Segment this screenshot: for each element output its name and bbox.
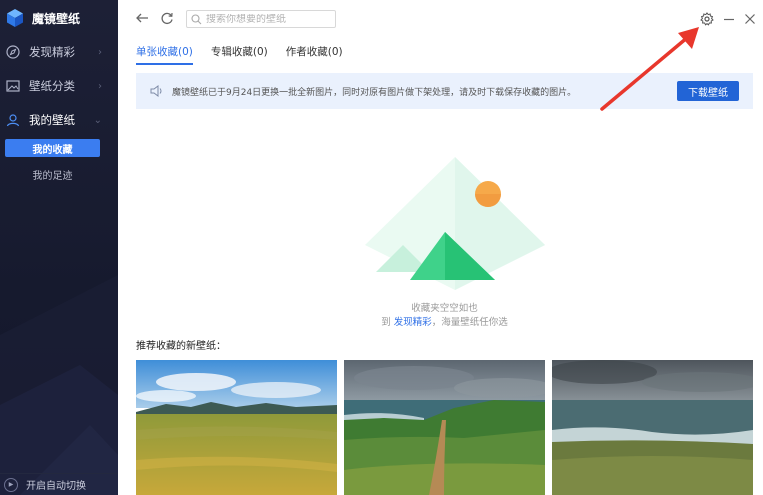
discover-link[interactable]: 发现精彩 bbox=[394, 317, 432, 328]
sidebar-item-categories[interactable]: 壁纸分类 › bbox=[0, 73, 118, 99]
speaker-icon bbox=[150, 85, 162, 97]
empty-state-message: 收藏夹空空如也 bbox=[411, 303, 478, 314]
settings-button[interactable] bbox=[699, 11, 715, 27]
refresh-icon bbox=[161, 12, 173, 25]
app-title: 魔镜壁纸 bbox=[32, 11, 81, 26]
play-icon: ▶ bbox=[4, 477, 18, 492]
hint-suffix: ，海量壁纸任你选 bbox=[431, 317, 508, 328]
sidebar-item-label: 壁纸分类 bbox=[29, 79, 75, 93]
recommend-title: 推荐收藏的新壁纸： bbox=[136, 341, 226, 352]
close-button[interactable] bbox=[742, 11, 758, 27]
download-wallpaper-button[interactable]: 下载壁纸 bbox=[677, 81, 739, 101]
chevron-down-icon: ⌄ bbox=[93, 114, 102, 126]
empty-state-hint: 到 发现精彩，海量壁纸任你选 bbox=[136, 314, 753, 328]
search-box[interactable] bbox=[186, 10, 336, 28]
sidebar-item-label: 我的壁纸 bbox=[29, 113, 75, 127]
app-logo: 魔镜壁纸 bbox=[6, 8, 80, 28]
cube-logo-icon bbox=[7, 9, 23, 27]
hint-prefix: 到 bbox=[381, 317, 391, 328]
collection-tabs: 单张收藏(0) 专辑收藏(0) 作者收藏(0) bbox=[136, 44, 343, 65]
gear-icon bbox=[700, 12, 714, 26]
sidebar-item-my-wallpapers[interactable]: 我的壁纸 ⌄ bbox=[0, 107, 118, 133]
sidebar-subitem-history[interactable]: 我的足迹 bbox=[5, 165, 100, 183]
sidebar-item-label: 发现精彩 bbox=[29, 45, 75, 59]
user-icon bbox=[6, 113, 20, 127]
image-icon bbox=[6, 79, 20, 93]
minimize-button[interactable] bbox=[721, 11, 737, 27]
wallpaper-thumbnail[interactable] bbox=[136, 360, 337, 495]
notice-banner: 魔镜壁纸已于9月24日更换一批全新图片，同时对原有图片做下架处理，请及时下载保存… bbox=[136, 73, 753, 109]
tab-single-favorites[interactable]: 单张收藏(0) bbox=[136, 44, 193, 65]
chevron-right-icon: › bbox=[98, 46, 102, 58]
chevron-right-icon: › bbox=[98, 80, 102, 92]
sidebar-subitem-favorites[interactable]: 我的收藏 bbox=[5, 139, 100, 157]
wallpaper-thumbnail[interactable] bbox=[344, 360, 545, 495]
sidebar: 魔镜壁纸 发现精彩 › 壁纸分类 › 我的壁纸 ⌄ 我的收藏 我的足迹 ▶ 开启… bbox=[0, 0, 118, 495]
empty-state-illustration bbox=[365, 157, 545, 290]
search-icon bbox=[191, 13, 202, 24]
wallpaper-thumbnail[interactable] bbox=[552, 360, 753, 495]
topbar bbox=[118, 0, 763, 38]
search-input[interactable] bbox=[206, 13, 331, 25]
auto-switch-label: 开启自动切换 bbox=[26, 481, 86, 492]
tab-album-favorites[interactable]: 专辑收藏(0) bbox=[211, 44, 268, 65]
sidebar-item-discover[interactable]: 发现精彩 › bbox=[0, 39, 118, 65]
close-icon bbox=[745, 14, 755, 24]
compass-icon bbox=[6, 45, 20, 59]
refresh-button[interactable] bbox=[159, 10, 175, 26]
minimize-icon bbox=[724, 18, 734, 21]
arrow-left-icon bbox=[136, 13, 148, 23]
auto-switch-toggle[interactable]: ▶ 开启自动切换 bbox=[0, 473, 118, 495]
notice-text: 魔镜壁纸已于9月24日更换一批全新图片，同时对原有图片做下架处理，请及时下载保存… bbox=[172, 87, 577, 98]
tab-author-favorites[interactable]: 作者收藏(0) bbox=[286, 44, 343, 65]
back-button[interactable] bbox=[134, 10, 150, 26]
sidebar-decoration bbox=[0, 275, 118, 495]
